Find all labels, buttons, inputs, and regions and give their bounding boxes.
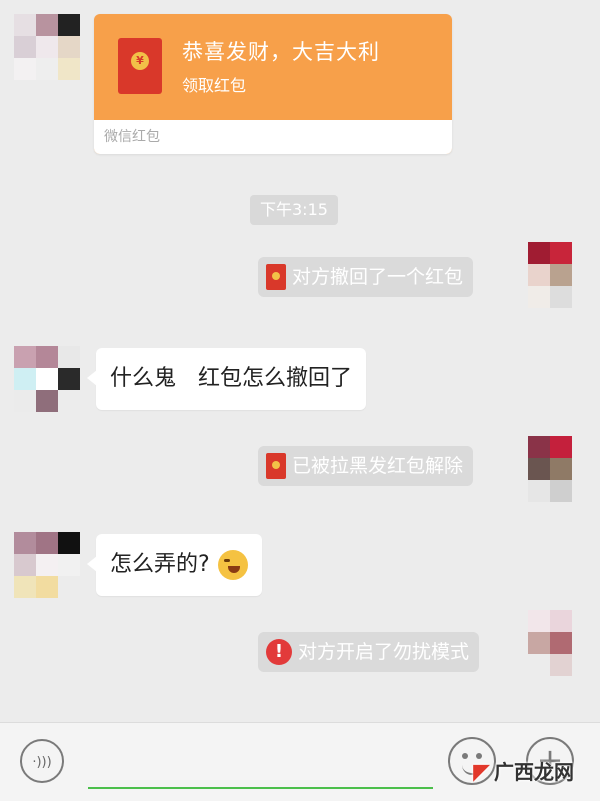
red-packet-subtitle: 领取红包 bbox=[182, 76, 247, 95]
laughing-emoji-icon bbox=[217, 550, 248, 580]
voice-icon: ·))) bbox=[32, 755, 52, 770]
emoji-face-icon bbox=[462, 753, 468, 759]
contact-avatar[interactable] bbox=[14, 14, 80, 80]
system-notice-recalled: 对方撤回了一个红包 bbox=[258, 257, 474, 297]
red-packet-message[interactable]: ¥ 恭喜发财，大吉大利 领取红包 微信红包 bbox=[94, 14, 452, 154]
coin-icon: ¥ bbox=[131, 52, 149, 70]
contact-avatar[interactable] bbox=[14, 346, 80, 412]
watermark: ◤ 广西龙网 bbox=[473, 756, 574, 785]
red-envelope-icon bbox=[266, 453, 286, 479]
system-notice-do-not-disturb: ! 对方开启了勿扰模式 bbox=[258, 632, 480, 672]
contact-avatar[interactable] bbox=[14, 532, 80, 598]
red-packet-title: 恭喜发财，大吉大利 bbox=[182, 40, 380, 64]
chat-message[interactable]: 怎么弄的? bbox=[87, 534, 262, 596]
red-packet-footer: 微信红包 bbox=[94, 120, 452, 154]
my-avatar[interactable] bbox=[528, 436, 594, 502]
bubble-tail bbox=[94, 42, 95, 58]
system-notice-text: 对方撤回了一个红包 bbox=[292, 266, 464, 288]
bubble-tail bbox=[87, 556, 97, 572]
bubble-tail bbox=[87, 370, 97, 386]
chat-message-text: 怎么弄的? bbox=[110, 552, 210, 577]
my-avatar[interactable] bbox=[528, 610, 594, 676]
warning-icon: ! bbox=[266, 639, 292, 665]
watermark-logo-icon: ◤ bbox=[473, 760, 490, 785]
my-avatar[interactable] bbox=[528, 242, 594, 308]
watermark-text: 广西龙网 bbox=[494, 760, 574, 784]
red-envelope-icon: ¥ bbox=[118, 38, 162, 94]
chat-message-text: 什么鬼 红包怎么撤回了 bbox=[110, 366, 353, 391]
system-notice-text: 已被拉黑发红包解除 bbox=[292, 455, 464, 477]
message-input[interactable] bbox=[88, 787, 433, 789]
system-notice-unblocked: 已被拉黑发红包解除 bbox=[258, 446, 474, 486]
system-notice-text: 对方开启了勿扰模式 bbox=[298, 641, 470, 663]
timestamp: 下午3:15 bbox=[250, 195, 338, 225]
input-bar: ·))) + ◤ 广西龙网 bbox=[0, 722, 600, 801]
chat-message[interactable]: 什么鬼 红包怎么撤回了 bbox=[87, 348, 367, 410]
red-envelope-icon bbox=[266, 264, 286, 290]
voice-input-button[interactable]: ·))) bbox=[20, 739, 64, 783]
